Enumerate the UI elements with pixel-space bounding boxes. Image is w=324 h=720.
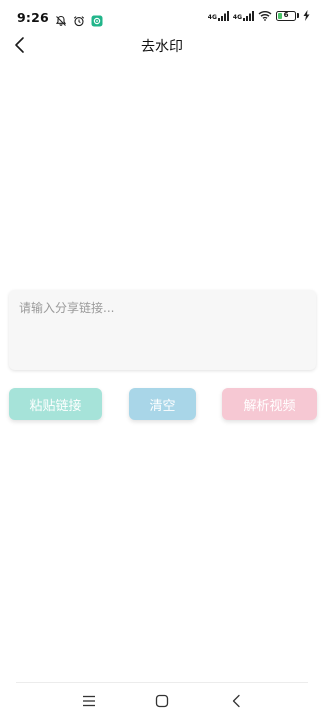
wifi-icon <box>258 10 272 21</box>
system-back-button[interactable] <box>224 690 248 712</box>
paste-link-button[interactable]: 粘贴链接 <box>9 388 102 420</box>
status-time: 9:26 <box>17 10 49 25</box>
battery-icon: 6 <box>276 10 299 21</box>
status-left-group: 9:26 <box>17 10 103 26</box>
clear-button[interactable]: 清空 <box>129 388 196 420</box>
signal-icon: 4G <box>232 10 254 21</box>
app-header: 去水印 <box>0 30 324 60</box>
battery-body: 6 <box>276 10 296 21</box>
signal-label: 4G <box>207 13 217 21</box>
app-notification-icon <box>91 12 103 26</box>
system-nav-bar <box>0 684 324 720</box>
status-right-group: 4G 4G 6 <box>208 10 310 21</box>
charging-icon <box>303 10 310 21</box>
status-bar: 9:26 4G 4G 6 <box>0 0 324 34</box>
battery-level-text: 6 <box>283 11 289 19</box>
battery-level-fill <box>278 12 283 19</box>
page-title: 去水印 <box>141 39 183 55</box>
signal-label: 4G <box>232 13 242 21</box>
recent-apps-button[interactable] <box>77 690 101 712</box>
signal-icon: 4G <box>207 10 229 21</box>
bell-off-icon <box>55 12 67 26</box>
menu-icon <box>82 695 96 707</box>
nav-divider <box>16 682 308 683</box>
home-button[interactable] <box>150 690 174 712</box>
back-triangle-icon <box>231 694 241 708</box>
parse-video-button[interactable]: 解析视频 <box>222 388 317 420</box>
share-link-input[interactable] <box>9 290 316 370</box>
alarm-clock-icon <box>73 12 85 26</box>
home-square-icon <box>155 694 169 708</box>
battery-cap <box>297 13 299 18</box>
